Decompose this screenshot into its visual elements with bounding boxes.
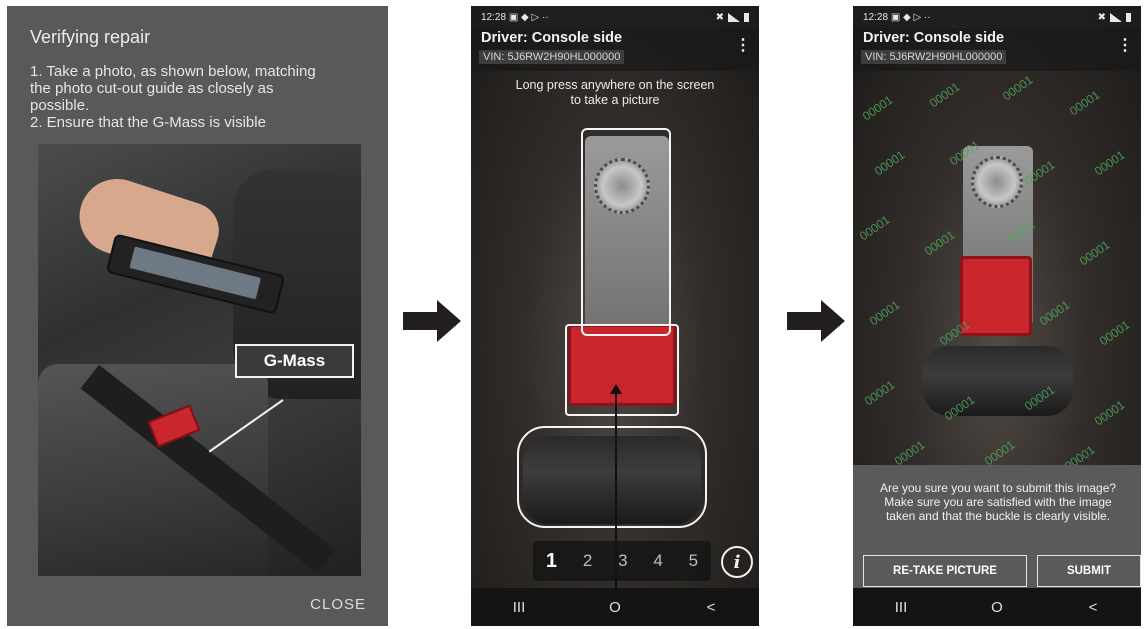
signal-icon (728, 12, 740, 22)
more-menu-icon[interactable]: ⋮ (735, 38, 751, 54)
status-bar: 12:28 ▣ ◆ ▷ ·· ✖ (471, 6, 759, 28)
recents-button[interactable]: III (499, 599, 539, 616)
step-5[interactable]: 5 (689, 551, 698, 571)
camera-screen[interactable]: 12:28 ▣ ◆ ▷ ·· ✖ Driver: Console side VI… (471, 6, 759, 626)
back-button[interactable]: < (691, 599, 731, 616)
status-icons: ▣ ◆ ▷ ·· (508, 11, 549, 23)
buckle-red-housing (960, 256, 1032, 336)
status-time: 12:28 (863, 11, 889, 23)
instruction-step-2: 2. Ensure that the G-Mass is visible (30, 114, 266, 131)
verifying-repair-dialog: Verifying repair 1. Take a photo, as sho… (7, 6, 388, 626)
battery-icon (744, 12, 749, 22)
arrow-right-icon (403, 300, 461, 342)
watermark-text: 00001 (1000, 72, 1036, 104)
status-bar: 12:28 ▣ ◆ ▷ ·· ✖ (853, 6, 1141, 28)
more-menu-icon[interactable]: ⋮ (1117, 38, 1133, 54)
battery-icon (1126, 12, 1131, 22)
watermark-text: 00001 (1067, 87, 1103, 119)
mute-icon: ✖ (715, 11, 724, 23)
photo-step-selector: 1 2 3 4 5 (533, 541, 711, 581)
watermark-text: 00001 (982, 437, 1018, 469)
watermark-text: 00001 (1092, 147, 1128, 179)
watermark-text: 00001 (1077, 237, 1113, 269)
back-button[interactable]: < (1073, 599, 1113, 616)
android-nav-bar: III O < (853, 588, 1141, 626)
status-icons: ▣ ◆ ▷ ·· (890, 11, 931, 23)
signal-icon (1110, 12, 1122, 22)
watermark-text: 00001 (927, 79, 963, 111)
watermark-text: 00001 (860, 92, 896, 124)
instruction-step-1: 1. Take a photo, as shown below, matchin… (30, 63, 316, 114)
screen-title: Driver: Console side (863, 30, 1005, 46)
status-indicators: ✖ (716, 12, 749, 23)
capture-hint: Long press anywhere on the screen to tak… (515, 78, 715, 107)
g-mass-callout: G-Mass (235, 344, 354, 378)
confirmation-message: Are you sure you want to submit this ima… (879, 481, 1117, 523)
watermark-text: 00001 (857, 212, 893, 244)
close-button[interactable]: CLOSE (310, 596, 366, 613)
vin-label: VIN: 5J6RW2H90HL000000 (861, 50, 1007, 64)
watermark-text: 00001 (1092, 397, 1128, 429)
cutout-guide-outline (581, 128, 671, 336)
recents-button[interactable]: III (881, 599, 921, 616)
arrow-right-icon (787, 300, 845, 342)
watermark-text: 00001 (867, 297, 903, 329)
instructions: 1. Take a photo, as shown below, matchin… (30, 63, 380, 131)
vin-label: VIN: 5J6RW2H90HL000000 (479, 50, 625, 64)
app-bar: Driver: Console side VIN: 5J6RW2H90HL000… (853, 28, 1141, 71)
watermark-text: 00001 (1097, 317, 1133, 349)
app-bar: Driver: Console side VIN: 5J6RW2H90HL000… (471, 28, 759, 71)
mute-icon: ✖ (1097, 11, 1106, 23)
watermark-text: 00001 (872, 147, 908, 179)
cutout-guide-outline (517, 426, 707, 528)
buckle-belt (923, 346, 1073, 416)
home-button[interactable]: O (977, 599, 1017, 616)
step-1[interactable]: 1 (546, 550, 557, 573)
example-photo: G-Mass (38, 144, 361, 576)
buckle-gear (971, 156, 1023, 208)
watermark-text: 00001 (922, 227, 958, 259)
info-icon[interactable]: i (721, 546, 753, 578)
retake-picture-button[interactable]: RE-TAKE PICTURE (863, 555, 1027, 587)
android-nav-bar: III O < (471, 588, 759, 626)
watermark-text: 00001 (1037, 297, 1073, 329)
status-indicators: ✖ (1098, 12, 1131, 23)
home-button[interactable]: O (595, 599, 635, 616)
step-3[interactable]: 3 (618, 551, 627, 571)
submit-button[interactable]: SUBMIT (1037, 555, 1141, 587)
cutout-guide-outline (565, 324, 679, 416)
step-2[interactable]: 2 (583, 551, 592, 571)
dialog-title: Verifying repair (30, 27, 151, 47)
confirm-screen: 12:28 ▣ ◆ ▷ ·· ✖ Driver: Console side VI… (853, 6, 1141, 626)
submit-confirmation: Are you sure you want to submit this ima… (853, 465, 1141, 589)
watermark-text: 00001 (892, 437, 928, 469)
step-4[interactable]: 4 (653, 551, 662, 571)
status-time: 12:28 (481, 11, 507, 23)
watermark-text: 00001 (862, 377, 898, 409)
screen-title: Driver: Console side (481, 30, 623, 46)
